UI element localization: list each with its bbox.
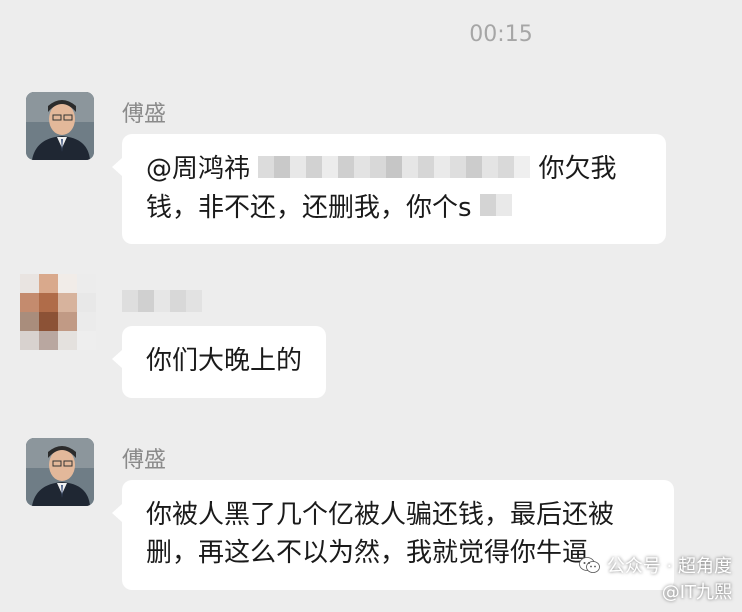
message-text-line: 钱，非不还，还删我，你个s <box>146 189 642 228</box>
message-bubble[interactable]: @周鸿祎 你欠我 钱，非不还，还删我，你个s <box>112 134 666 244</box>
message-text: @周鸿祎 <box>146 154 251 184</box>
message-bubble[interactable]: 你们大晚上的 <box>111 326 327 398</box>
user-avatar-icon <box>26 92 94 160</box>
sender-name: 傅盛 <box>122 448 167 473</box>
wechat-icon <box>578 557 600 573</box>
watermark-line: @IT九熙 <box>579 578 732 604</box>
watermark: 公众号 · 超角度 @IT九熙 <box>578 552 732 604</box>
avatar[interactable] <box>20 274 96 350</box>
sender-name: 傅盛 <box>122 102 167 127</box>
message-text-line: @周鸿祎 你欠我 <box>146 150 642 189</box>
message-text: 钱，非不还，还删我，你个s <box>146 192 472 223</box>
message-text: 你欠我 <box>538 154 617 184</box>
watermark-text: @IT九熙 <box>661 582 732 603</box>
redacted-text-blur <box>122 290 202 318</box>
watermark-line: 公众号 · 超角度 <box>578 552 732 578</box>
watermark-text: 公众号 · 超角度 <box>606 556 732 577</box>
avatar[interactable] <box>26 438 94 506</box>
user-avatar-icon <box>26 438 94 506</box>
avatar[interactable] <box>26 92 94 160</box>
redacted-text-blur <box>479 189 512 227</box>
message-text-line: 你被人黑了几个亿被人骗还钱，最后还被 <box>146 500 615 530</box>
message-text: 你们大晚上的 <box>146 346 303 376</box>
redacted-text-blur <box>258 151 531 189</box>
sender-name-redacted <box>122 290 202 318</box>
message-text-line: 删，再这么不以为然，我就觉得你牛逼 <box>146 538 589 568</box>
message-timestamp: 00:15 <box>469 22 533 47</box>
